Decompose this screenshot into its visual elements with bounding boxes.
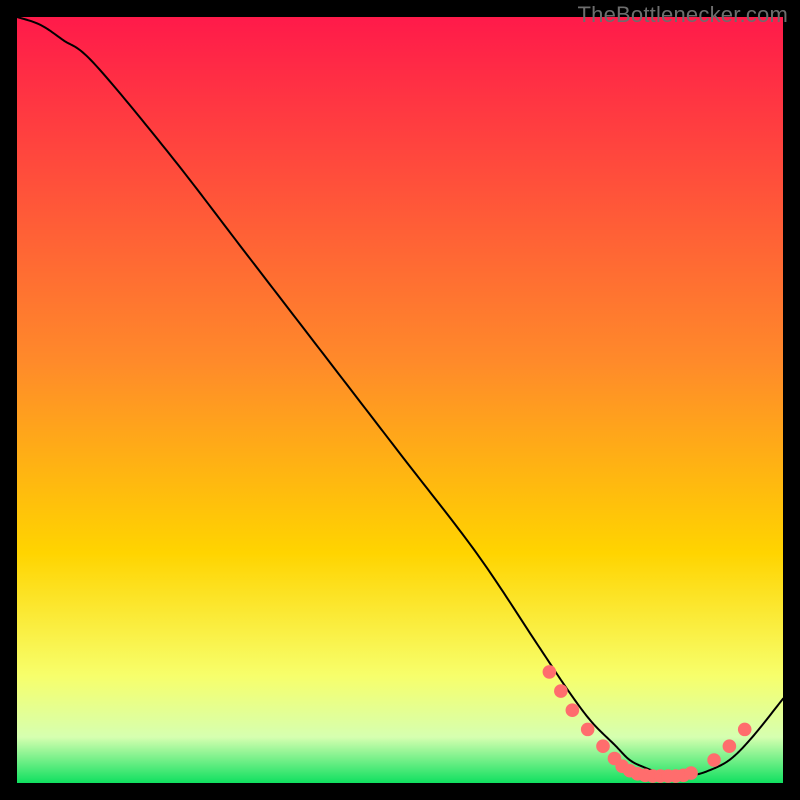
bottleneck-chart: [0, 0, 800, 800]
watermark-text: TheBottlenecker.com: [578, 2, 788, 28]
marker-dot: [738, 723, 752, 737]
marker-dot: [554, 684, 568, 698]
chart-container: TheBottlenecker.com: [0, 0, 800, 800]
marker-dot: [596, 739, 610, 753]
plot-background: [17, 17, 783, 783]
marker-dot: [543, 665, 557, 679]
marker-dot: [723, 739, 737, 753]
marker-dot: [566, 703, 580, 717]
marker-dot: [684, 766, 698, 780]
marker-dot: [707, 753, 721, 767]
marker-dot: [581, 723, 595, 737]
